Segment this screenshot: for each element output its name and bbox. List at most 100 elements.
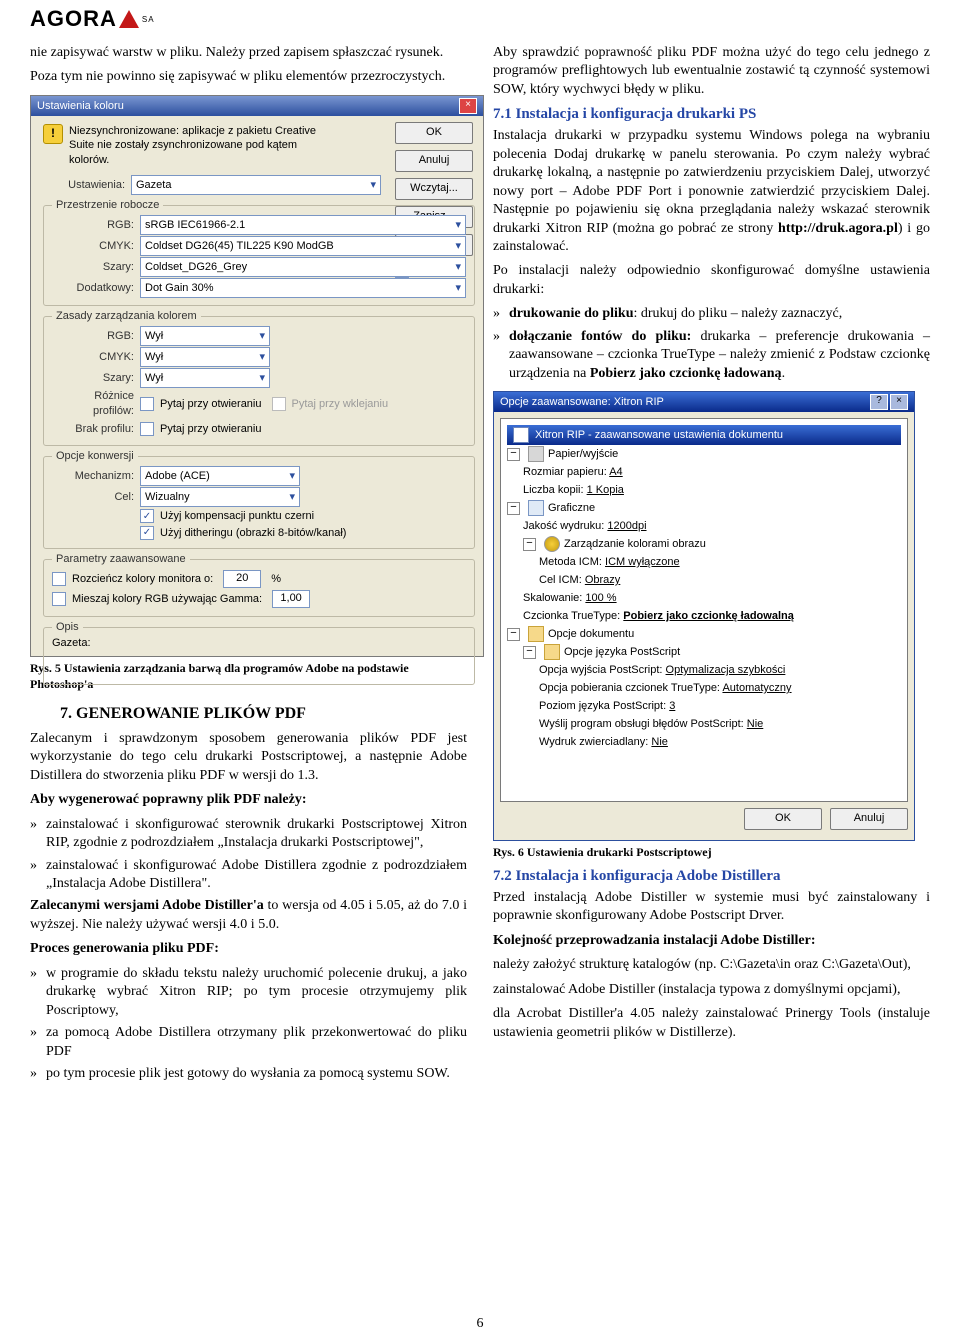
close-icon[interactable]: × xyxy=(459,98,477,114)
section-heading: 7. GENEROWANIE PLIKÓW PDF xyxy=(60,703,467,724)
list-item: »drukowanie do pliku: drukuj do pliku – … xyxy=(493,305,930,323)
checkbox-label: Pytaj przy wklejaniu xyxy=(292,397,389,412)
ask-on-open-checkbox[interactable]: Pytaj przy otwieraniu xyxy=(140,422,262,437)
folder-icon xyxy=(544,644,560,660)
tree-item[interactable]: Liczba kopii: 1 Kopia xyxy=(523,483,624,498)
ok-button[interactable]: OK xyxy=(744,808,822,830)
policy-value: Wył xyxy=(145,349,163,365)
tree-item[interactable]: Rozmiar papieru: A4 xyxy=(523,465,623,480)
tree-item[interactable]: Wydruk zwierciadlany: Nie xyxy=(539,735,668,750)
cancel-button[interactable]: Anuluj xyxy=(830,808,908,830)
checkbox-label: Pytaj przy otwieraniu xyxy=(160,422,262,437)
extra-select[interactable]: Dot Gain 30% ▾ xyxy=(140,278,466,298)
dialog-titlebar: Ustawienia koloru × xyxy=(31,96,483,116)
para: nie zapisywać warstw w pliku. Należy prz… xyxy=(30,44,467,62)
close-icon[interactable]: × xyxy=(890,394,908,410)
extra-value: Dot Gain 30% xyxy=(145,280,213,296)
tree-item[interactable]: Poziom języka PostScript: 3 xyxy=(539,699,675,714)
chevron-down-icon: ▾ xyxy=(289,468,295,484)
collapse-icon[interactable]: − xyxy=(523,646,536,659)
collapse-icon[interactable]: − xyxy=(507,628,520,641)
dithering-checkbox[interactable]: ✓Użyj ditheringu (obrazki 8-bitów/kanał) xyxy=(140,526,466,541)
rgb-label: RGB: xyxy=(52,218,140,233)
tree-item[interactable]: Wyślij program obsługi błędów PostScript… xyxy=(539,717,763,732)
para: Zalecanym i sprawdzonym sposobem generow… xyxy=(30,730,467,785)
para: dla Acrobat Distiller'a 4.05 należy zain… xyxy=(493,1005,930,1042)
policy-cmyk-select[interactable]: Wył ▾ xyxy=(140,347,270,367)
dialog-titlebar: Opcje zaawansowane: Xitron RIP ?× xyxy=(494,392,914,412)
tree-item[interactable]: Jakość wydruku: 1200dpi xyxy=(523,519,647,534)
no-profile-label: Brak profilu: xyxy=(52,422,140,437)
warning-icon: ! xyxy=(43,124,63,144)
tree-label: Zarządzanie kolorami obrazu xyxy=(564,537,706,552)
load-button[interactable]: Wczytaj... xyxy=(395,178,473,200)
checkbox-label: Rozcieńcz kolory monitora o: xyxy=(72,572,213,587)
engine-select[interactable]: Adobe (ACE)▾ xyxy=(140,466,300,486)
page-number: 6 xyxy=(0,1316,960,1332)
list-item: »zainstalować i skonfigurować sterownik … xyxy=(30,816,467,853)
checkbox-label: Mieszaj kolory RGB używając Gamma: xyxy=(72,592,262,607)
list-item: »po tym procesie plik jest gotowy do wys… xyxy=(30,1065,467,1083)
tree-item[interactable]: Opcja pobierania czcionek TrueType: Auto… xyxy=(539,681,792,696)
gray-select[interactable]: Coldset_DG26_Grey▾ xyxy=(140,257,466,277)
policy-gray-select[interactable]: Wył▾ xyxy=(140,368,270,388)
group-color-policies: Zasady zarządzania kolorem xyxy=(52,309,201,324)
ask-on-open-checkbox[interactable]: Pytaj przy otwieraniu xyxy=(140,397,262,412)
tree-label: Graficzne xyxy=(548,501,595,516)
cancel-button[interactable]: Anuluj xyxy=(395,150,473,172)
gear-icon xyxy=(544,536,560,552)
figure-caption: Rys. 6 Ustawienia drukarki Postscriptowe… xyxy=(493,845,930,861)
ask-on-paste-checkbox: Pytaj przy wklejaniu xyxy=(272,397,389,412)
collapse-icon[interactable]: − xyxy=(507,448,520,461)
collapse-icon[interactable]: − xyxy=(523,538,536,551)
policy-value: Wył xyxy=(145,328,163,344)
rgb-value: sRGB IEC61966-2.1 xyxy=(145,217,245,233)
dilute-colors-checkbox[interactable]: Rozcieńcz kolory monitora o: 20% xyxy=(52,570,466,588)
para: zainstalować Adobe Distiller (instalacja… xyxy=(493,981,930,999)
group-workspaces: Przestrzenie robocze xyxy=(52,198,163,213)
tree-item[interactable]: Metoda ICM: ICM wyłączone xyxy=(539,555,680,570)
rgb-select[interactable]: sRGB IEC61966-2.1 ▾ xyxy=(140,215,466,235)
settings-tree[interactable]: Xitron RIP - zaawansowane ustawienia dok… xyxy=(500,418,908,802)
graphics-icon xyxy=(528,500,544,516)
warning-text: Niezsynchronizowane: aplikacje z pakietu… xyxy=(69,124,339,168)
chevron-down-icon: ▾ xyxy=(259,328,265,344)
chevron-down-icon: ▾ xyxy=(455,217,461,233)
settings-value: Gazeta xyxy=(136,177,171,193)
gamma-input[interactable]: 1,00 xyxy=(272,590,310,608)
tree-item[interactable]: Czcionka TrueType: Pobierz jako czcionkę… xyxy=(523,609,794,624)
cmyk-select[interactable]: Coldset DG26(45) TIL225 K90 ModGB▾ xyxy=(140,236,466,256)
logo: AGORA SA xyxy=(30,6,155,32)
printer-icon xyxy=(513,427,529,443)
settings-label: Ustawienia: xyxy=(43,178,131,193)
tree-item[interactable]: Opcja wyjścia PostScript: Optymalizacja … xyxy=(539,663,785,678)
logo-triangle-icon xyxy=(119,10,139,28)
para: Po instalacji należy odpowiednio skonfig… xyxy=(493,262,930,299)
ok-button[interactable]: OK xyxy=(395,122,473,144)
blend-gamma-checkbox[interactable]: Mieszaj kolory RGB używając Gamma: 1,00 xyxy=(52,590,466,608)
chevron-down-icon: ▾ xyxy=(455,280,461,296)
tree-item[interactable]: Cel ICM: Obrazy xyxy=(539,573,620,588)
dialog-color-settings: Ustawienia koloru × ! Niezsynchronizowan… xyxy=(30,95,484,657)
tree-item[interactable]: Skalowanie: 100 % xyxy=(523,591,617,606)
folder-icon xyxy=(528,626,544,642)
para: Przed instalacją Adobe Distiller w syste… xyxy=(493,889,930,926)
dialog-advanced-options: Opcje zaawansowane: Xitron RIP ?× Xitron… xyxy=(493,391,915,841)
para: Instalacja drukarki w przypadku systemu … xyxy=(493,127,930,256)
black-point-checkbox[interactable]: ✓Użyj kompensacji punktu czerni xyxy=(140,509,466,524)
intent-select[interactable]: Wizualny▾ xyxy=(140,487,300,507)
chevron-down-icon: ▾ xyxy=(259,349,265,365)
description-text: Gazeta: xyxy=(52,636,466,651)
profile-diff-label: Różnice profilów: xyxy=(52,389,140,418)
settings-select[interactable]: Gazeta▾ xyxy=(131,175,381,195)
policy-rgb-select[interactable]: Wył ▾ xyxy=(140,326,270,346)
checkbox-label: Użyj ditheringu (obrazki 8-bitów/kanał) xyxy=(160,526,346,541)
subsection-heading: 7.1 Instalacja i konfiguracja drukarki P… xyxy=(493,105,930,125)
para: Poza tym nie powinno się zapisywać w pli… xyxy=(30,68,467,86)
para: Zalecanymi wersjami Adobe Distiller'a to… xyxy=(30,897,467,934)
dilute-input[interactable]: 20 xyxy=(223,570,261,588)
logo-sa: SA xyxy=(142,15,155,24)
help-icon[interactable]: ? xyxy=(870,394,888,410)
collapse-icon[interactable]: − xyxy=(507,502,520,515)
chevron-down-icon: ▾ xyxy=(289,489,295,505)
